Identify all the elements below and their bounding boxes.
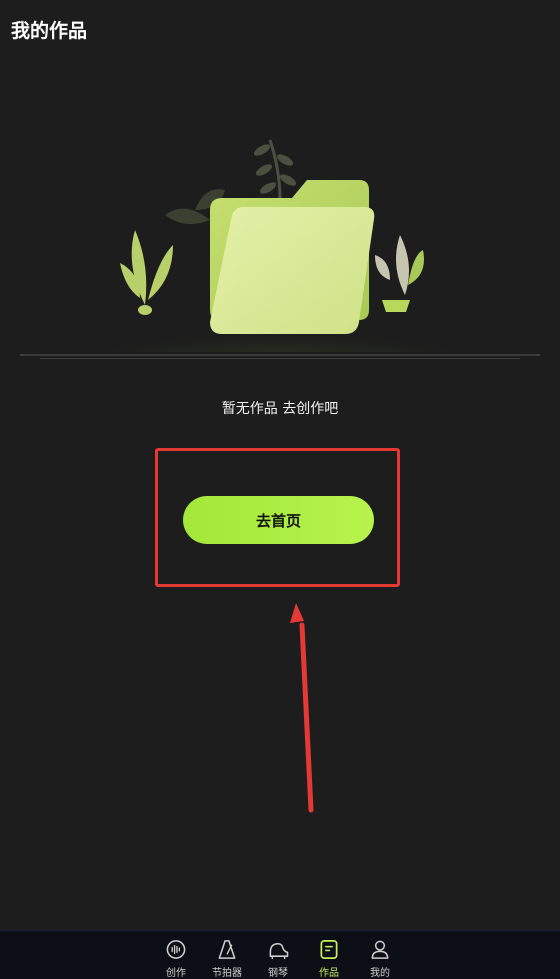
nav-item-works[interactable]: 作品 xyxy=(304,939,354,979)
nav-label-profile: 我的 xyxy=(370,968,390,979)
nav-label-works: 作品 xyxy=(319,968,339,979)
waveform-icon xyxy=(166,940,186,959)
nav-item-piano[interactable]: 钢琴 xyxy=(253,939,303,979)
bottom-nav: 创作 节拍器 钢琴 作品 我的 xyxy=(0,930,560,979)
nav-label-create: 创作 xyxy=(166,968,186,979)
nav-item-metronome[interactable]: 节拍器 xyxy=(202,939,252,979)
go-home-button[interactable]: 去首页 xyxy=(183,496,374,544)
nav-item-profile[interactable]: 我的 xyxy=(355,939,405,979)
works-icon xyxy=(320,940,338,959)
nav-label-metronome: 节拍器 xyxy=(212,968,242,979)
empty-state-message: 暂无作品 去创作吧 xyxy=(221,401,339,417)
nav-item-create[interactable]: 创作 xyxy=(151,939,201,979)
profile-icon xyxy=(371,940,389,959)
empty-folder-illustration xyxy=(0,139,560,380)
metronome-icon xyxy=(218,940,236,959)
nav-label-piano: 钢琴 xyxy=(268,968,288,979)
piano-icon xyxy=(269,943,289,960)
page-title: 我的作品 xyxy=(11,20,88,42)
